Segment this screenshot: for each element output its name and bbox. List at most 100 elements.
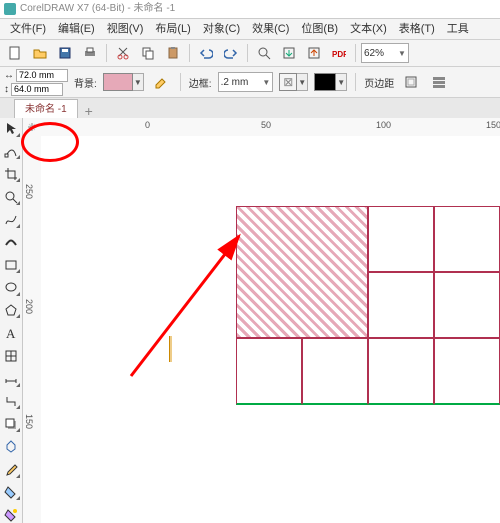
- table-cell[interactable]: [302, 338, 368, 405]
- transparency-tool[interactable]: [2, 438, 20, 455]
- border-none-swatch[interactable]: ⊠: [279, 73, 297, 91]
- ruler-tick-label: 150: [486, 120, 500, 130]
- menu-table[interactable]: 表格(T): [393, 19, 441, 39]
- ruler-origin[interactable]: [23, 118, 42, 137]
- table-cell[interactable]: [434, 206, 500, 272]
- menubar[interactable]: 文件(F) 编辑(E) 视图(V) 布局(L) 对象(C) 效果(C) 位图(B…: [0, 19, 500, 40]
- table-cell[interactable]: [368, 272, 434, 338]
- toolbox: A: [0, 118, 23, 523]
- window-title: CorelDRAW X7 (64-Bit) - 未命名 -1: [20, 0, 175, 18]
- rectangle-tool[interactable]: [2, 256, 20, 273]
- border-none-dd[interactable]: ▼: [297, 73, 308, 91]
- polygon-tool[interactable]: [2, 302, 20, 319]
- zoom-tool[interactable]: [2, 188, 20, 205]
- smart-fill-tool[interactable]: [2, 506, 20, 523]
- ruler-tick-label: 0: [145, 120, 150, 130]
- search-button[interactable]: [253, 42, 275, 64]
- selected-cell[interactable]: [236, 206, 368, 338]
- background-label: 背景:: [74, 75, 97, 90]
- ellipse-tool[interactable]: [2, 279, 20, 296]
- ruler-tick-label: 150: [24, 414, 34, 429]
- separator: [355, 44, 356, 62]
- menu-object[interactable]: 对象(C): [197, 19, 246, 39]
- margin-button[interactable]: [400, 71, 422, 93]
- zoom-combo[interactable]: 62%▼: [361, 43, 409, 63]
- background-swatch[interactable]: [103, 73, 133, 91]
- border-color-dd[interactable]: ▼: [336, 73, 347, 91]
- svg-text:A: A: [6, 326, 16, 340]
- menu-file[interactable]: 文件(F): [4, 19, 52, 39]
- table-cell[interactable]: [434, 338, 500, 405]
- border-width-combo[interactable]: .2 mm ▼: [218, 72, 274, 92]
- save-button[interactable]: [54, 42, 76, 64]
- titlebar: CorelDRAW X7 (64-Bit) - 未命名 -1: [0, 0, 500, 19]
- margin-label: 页边距: [364, 75, 394, 90]
- table-cell[interactable]: [368, 206, 434, 272]
- separator: [355, 73, 356, 91]
- canvas-area: 0 50 100 150 250 200 150: [23, 118, 500, 523]
- pick-tool[interactable]: [2, 120, 20, 137]
- table-cell[interactable]: [368, 338, 434, 405]
- menu-layout[interactable]: 布局(L): [149, 19, 196, 39]
- open-button[interactable]: [29, 42, 51, 64]
- separator: [247, 44, 248, 62]
- border-value: .2 mm: [221, 77, 249, 88]
- ruler-tick-label: 250: [24, 184, 34, 199]
- table-object[interactable]: [236, 206, 500, 405]
- interactive-fill-tool[interactable]: [2, 484, 20, 501]
- options-button[interactable]: [428, 71, 450, 93]
- ruler-origin-icon: [26, 121, 38, 133]
- menu-view[interactable]: 视图(V): [101, 19, 150, 39]
- height-icon: ↕: [4, 84, 9, 95]
- separator: [180, 73, 181, 91]
- cut-button[interactable]: [112, 42, 134, 64]
- redo-button[interactable]: [220, 42, 242, 64]
- shape-tool[interactable]: [2, 143, 20, 160]
- table-tool[interactable]: [2, 347, 20, 364]
- undo-button[interactable]: [195, 42, 217, 64]
- menu-text[interactable]: 文本(X): [344, 19, 393, 39]
- menu-edit[interactable]: 编辑(E): [52, 19, 101, 39]
- object-size: ↔ ↕: [4, 69, 68, 96]
- menu-effects[interactable]: 效果(C): [246, 19, 295, 39]
- vertical-ruler[interactable]: 250 200 150: [23, 136, 42, 523]
- export-button[interactable]: [303, 42, 325, 64]
- ruler-tick-label: 100: [376, 120, 391, 130]
- chevron-down-icon: ▼: [262, 78, 270, 87]
- import-button[interactable]: [278, 42, 300, 64]
- bg-dropdown-button[interactable]: ▼: [133, 73, 144, 91]
- table-cell[interactable]: [236, 338, 302, 405]
- drop-shadow-tool[interactable]: [2, 415, 20, 432]
- work-area: A 0 50 100 150 250 200 150: [0, 118, 500, 523]
- freehand-tool[interactable]: [2, 211, 20, 228]
- width-icon: ↔: [4, 70, 14, 81]
- eyedropper-tool[interactable]: [2, 461, 20, 478]
- ruler-tick-label: 50: [261, 120, 271, 130]
- app-icon: [4, 3, 16, 15]
- artistic-media-tool[interactable]: [2, 234, 20, 251]
- property-bar: ↔ ↕ 背景: ▼ 边框: .2 mm▼ ⊠ ▼ ▼ 页边距: [0, 67, 500, 98]
- new-doc-button[interactable]: [4, 42, 26, 64]
- table-cell[interactable]: [434, 272, 500, 338]
- paste-button[interactable]: [162, 42, 184, 64]
- connector-tool[interactable]: [2, 393, 20, 410]
- print-button[interactable]: [79, 42, 101, 64]
- text-tool[interactable]: A: [2, 324, 20, 341]
- tab-untitled[interactable]: 未命名 -1: [14, 99, 78, 120]
- separator: [189, 44, 190, 62]
- menu-bitmap[interactable]: 位图(B): [295, 19, 344, 39]
- height-input[interactable]: [11, 83, 63, 96]
- menu-tools[interactable]: 工具: [441, 19, 475, 39]
- crop-tool[interactable]: [2, 165, 20, 182]
- copy-button[interactable]: [137, 42, 159, 64]
- separator: [106, 44, 107, 62]
- dimension-tool[interactable]: [2, 370, 20, 387]
- width-input[interactable]: [16, 69, 68, 82]
- zoom-value: 62%: [364, 48, 384, 59]
- horizontal-ruler[interactable]: 0 50 100 150: [41, 118, 500, 137]
- page-edge-indicator: [169, 336, 172, 362]
- publish-pdf-button[interactable]: PDF: [328, 42, 350, 64]
- edit-fill-button[interactable]: [150, 71, 172, 93]
- border-color-swatch[interactable]: [314, 73, 336, 91]
- drawing-canvas[interactable]: [41, 136, 500, 523]
